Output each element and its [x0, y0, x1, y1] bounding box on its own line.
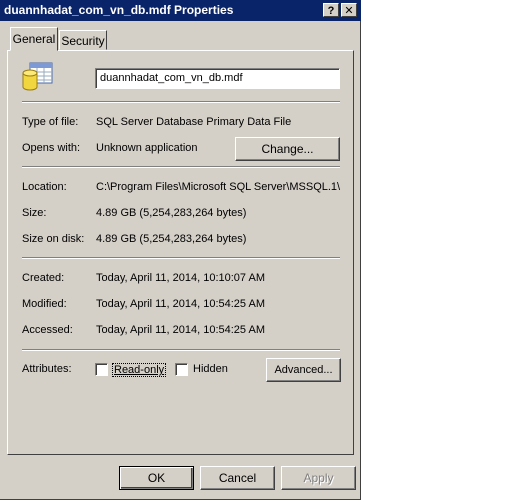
opens-with-value: Unknown application [96, 142, 198, 154]
attributes-label: Attributes: [22, 363, 72, 375]
change-button[interactable]: Change... [235, 137, 340, 161]
hidden-checkbox[interactable] [175, 363, 188, 376]
type-of-file-value: SQL Server Database Primary Data File [96, 116, 292, 128]
modified-label: Modified: [22, 298, 67, 310]
size-label: Size: [22, 207, 47, 219]
properties-dialog: duannhadat_com_vn_db.mdf Properties ? ✕ … [0, 0, 361, 500]
file-name-field[interactable]: duannhadat_com_vn_db.mdf [95, 68, 340, 89]
cancel-button-label: Cancel [218, 471, 257, 485]
location-label: Location: [22, 181, 67, 193]
readonly-label-text: Read-only [114, 364, 165, 376]
size-value: 4.89 GB (5,254,283,264 bytes) [96, 207, 247, 219]
apply-button[interactable]: Apply [281, 466, 356, 490]
advanced-button-label: Advanced... [274, 364, 333, 376]
title-bar[interactable]: duannhadat_com_vn_db.mdf Properties ? ✕ [0, 0, 361, 21]
hidden-label[interactable]: Hidden [193, 363, 228, 375]
size-on-disk-value: 4.89 GB (5,254,283,264 bytes) [96, 233, 247, 245]
modified-value: Today, April 11, 2014, 10:54:25 AM [96, 298, 265, 310]
tab-security[interactable]: Security [59, 30, 107, 50]
tab-general[interactable]: General [10, 27, 58, 51]
help-button[interactable]: ? [323, 3, 339, 17]
ok-button-label: OK [147, 471, 166, 485]
accessed-value: Today, April 11, 2014, 10:54:25 AM [96, 324, 265, 336]
close-button[interactable]: ✕ [341, 3, 357, 17]
size-on-disk-label: Size on disk: [22, 233, 85, 245]
apply-button-label: Apply [303, 471, 334, 485]
ok-button[interactable]: OK [119, 466, 194, 490]
advanced-button[interactable]: Advanced... [266, 358, 341, 382]
separator [22, 349, 340, 351]
location-value: C:\Program Files\Microsoft SQL Server\MS… [96, 181, 341, 193]
window-title: duannhadat_com_vn_db.mdf Properties [4, 3, 234, 17]
accessed-label: Accessed: [22, 324, 73, 336]
separator [22, 166, 340, 168]
general-tab-panel [7, 50, 354, 455]
database-file-icon [22, 61, 56, 93]
type-of-file-label: Type of file: [22, 116, 79, 128]
readonly-label[interactable]: Read-only [112, 363, 167, 377]
readonly-checkbox[interactable] [95, 363, 108, 376]
separator [22, 257, 340, 259]
created-value: Today, April 11, 2014, 10:10:07 AM [96, 272, 265, 284]
cancel-button[interactable]: Cancel [200, 466, 275, 490]
created-label: Created: [22, 272, 65, 284]
opens-with-label: Opens with: [22, 142, 81, 154]
change-button-label: Change... [261, 142, 314, 156]
separator [22, 101, 340, 103]
